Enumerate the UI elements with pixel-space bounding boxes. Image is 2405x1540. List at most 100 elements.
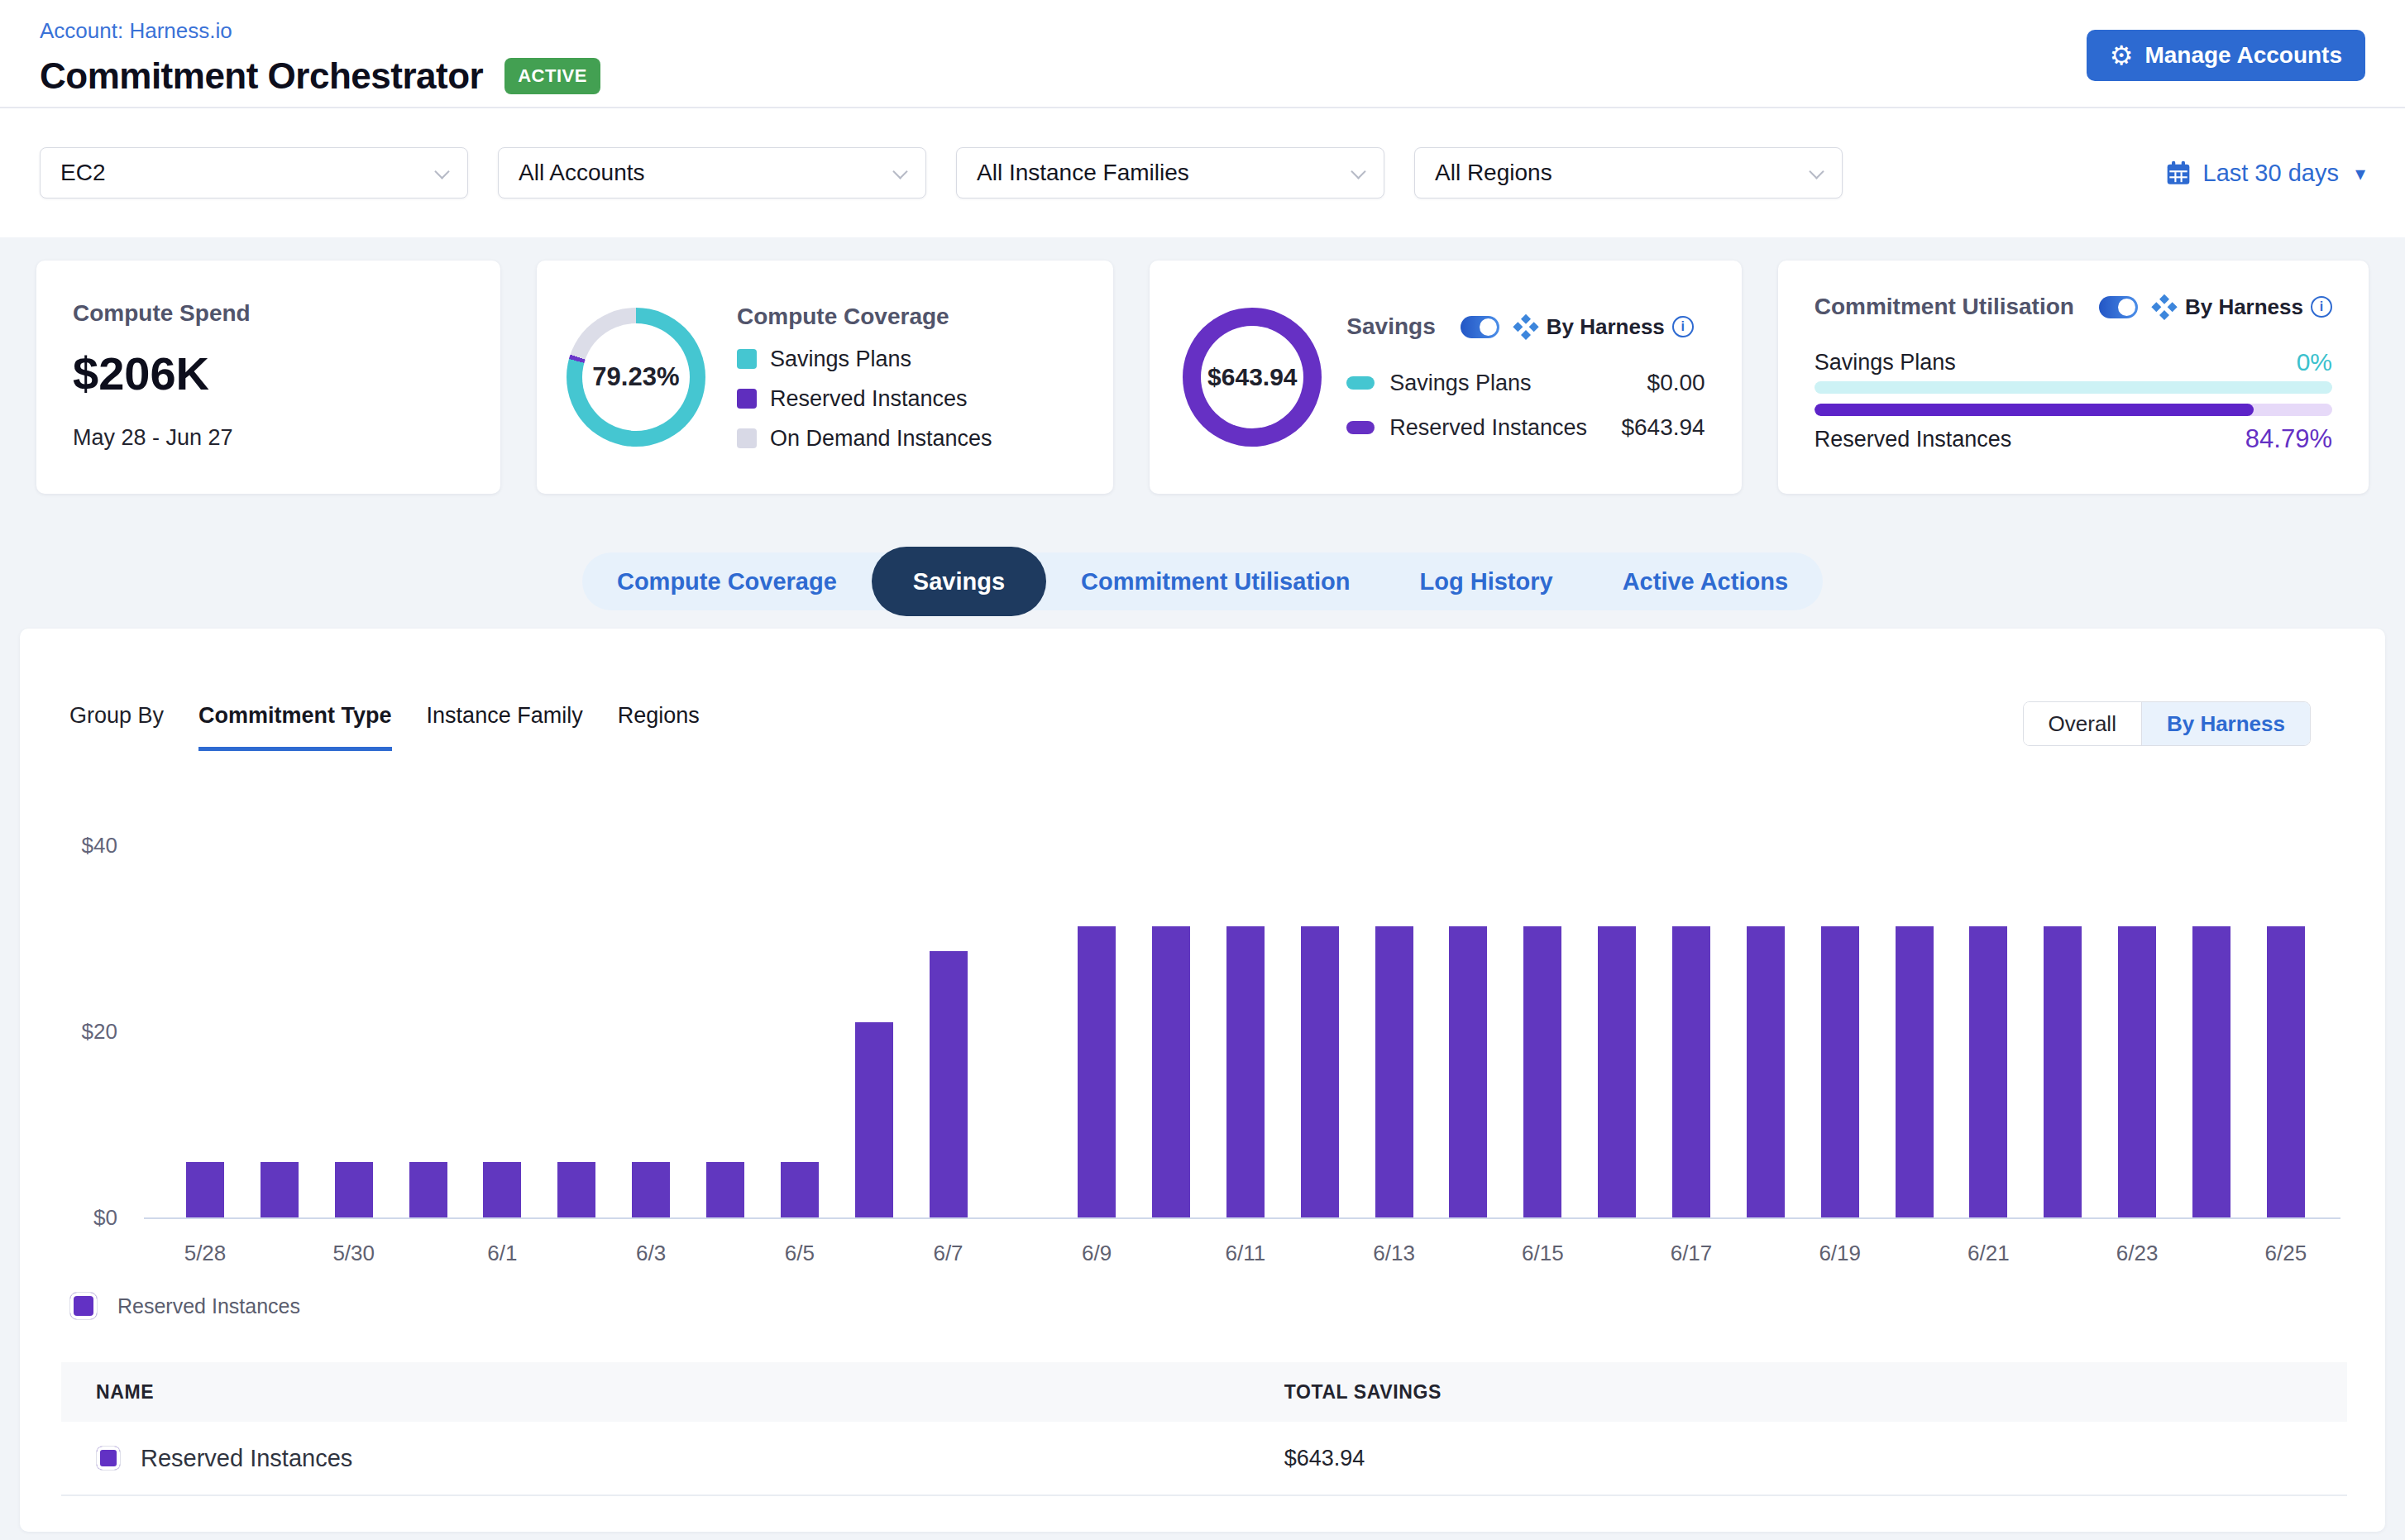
bar-5/30[interactable] <box>335 1162 373 1218</box>
bar-6/3[interactable] <box>632 1162 670 1218</box>
x-axis-label: 6/7 <box>907 1241 990 1266</box>
tab-commitment-utilisation[interactable]: Commitment Utilisation <box>1046 568 1384 595</box>
service-select-value: EC2 <box>60 160 105 186</box>
legend-checkbox[interactable] <box>69 1292 98 1320</box>
column-header-total-savings: TOTAL SAVINGS <box>1284 1381 1442 1404</box>
savings-card: $643.94 Savings By Harness i Savings Pla… <box>1150 261 1741 494</box>
x-axis-label: 5/28 <box>164 1241 246 1266</box>
chevron-down-icon <box>1809 164 1824 179</box>
coverage-percent: 79.23% <box>592 362 679 392</box>
view-by-harness-button[interactable]: By Harness <box>2141 702 2310 745</box>
bar-6/19[interactable] <box>1821 926 1859 1217</box>
tab-log-history[interactable]: Log History <box>1385 568 1588 595</box>
date-range-picker[interactable]: Last 30 days ▾ <box>2165 160 2366 187</box>
regions-select[interactable]: All Regions <box>1414 147 1843 198</box>
bar-6/20[interactable] <box>1896 926 1934 1217</box>
bar-6/24[interactable] <box>2192 926 2230 1217</box>
bar-5/29[interactable] <box>261 1162 299 1218</box>
chevron-down-icon <box>434 164 449 179</box>
status-badge: ACTIVE <box>504 58 600 94</box>
gear-icon: ⚙ <box>2110 40 2134 71</box>
group-by-regions[interactable]: Regions <box>618 703 700 729</box>
x-axis-label: 6/3 <box>610 1241 692 1266</box>
account-breadcrumb-link[interactable]: Account: Harness.io <box>40 18 232 43</box>
accounts-select[interactable]: All Accounts <box>498 147 926 198</box>
view-overall-button[interactable]: Overall <box>2024 702 2141 745</box>
x-axis-label: 6/15 <box>1501 1241 1584 1266</box>
tab-compute-coverage[interactable]: Compute Coverage <box>582 568 872 595</box>
bar-6/13[interactable] <box>1375 926 1413 1217</box>
bar-6/9[interactable] <box>1078 926 1116 1217</box>
bar-6/5[interactable] <box>781 1162 819 1218</box>
by-harness-toggle[interactable] <box>2099 296 2138 318</box>
bar-6/18[interactable] <box>1747 926 1785 1217</box>
tab-active-actions[interactable]: Active Actions <box>1588 568 1823 595</box>
x-axis-label: 6/13 <box>1353 1241 1436 1266</box>
date-range-value: Last 30 days <box>2203 160 2339 187</box>
bar-6/15[interactable] <box>1523 926 1561 1217</box>
bar-6/1[interactable] <box>483 1162 521 1218</box>
legend-swatch <box>737 389 757 409</box>
row-checkbox[interactable] <box>96 1446 121 1471</box>
info-icon[interactable]: i <box>1672 316 1694 337</box>
caret-down-icon: ▾ <box>2355 161 2365 184</box>
savings-title: Savings <box>1346 313 1435 340</box>
savings-panel: Group By Commitment Type Instance Family… <box>20 629 2385 1532</box>
by-harness-label: By Harness <box>1547 314 1665 340</box>
bar-6/17[interactable] <box>1672 926 1710 1217</box>
bar-6/12[interactable] <box>1301 926 1339 1217</box>
legend-item: Savings Plans <box>737 347 992 372</box>
compute-spend-range: May 28 - Jun 27 <box>73 425 464 451</box>
bar-6/11[interactable] <box>1226 926 1265 1217</box>
page-title: Commitment Orchestrator <box>40 55 483 97</box>
instance-families-select-value: All Instance Families <box>977 160 1189 186</box>
y-axis-label: $0 <box>20 1205 117 1231</box>
regions-select-value: All Regions <box>1435 160 1552 186</box>
group-by-instance-family[interactable]: Instance Family <box>427 703 583 729</box>
compute-spend-card: Compute Spend $206K May 28 - Jun 27 <box>36 261 500 494</box>
bar-6/6[interactable] <box>855 1022 893 1217</box>
bar-6/22[interactable] <box>2044 926 2082 1217</box>
savings-total: $643.94 <box>1207 363 1297 391</box>
bar-6/16[interactable] <box>1598 926 1636 1217</box>
y-axis-label: $20 <box>20 1019 117 1045</box>
utilisation-title: Commitment Utilisation <box>1815 294 2074 320</box>
x-axis-label: 6/1 <box>461 1241 543 1266</box>
coverage-donut-chart: 79.23% <box>567 308 705 447</box>
legend-label: Reserved Instances <box>117 1294 300 1318</box>
compute-coverage-card: 79.23% Compute Coverage Savings Plans Re… <box>537 261 1113 494</box>
compute-coverage-title: Compute Coverage <box>737 304 992 330</box>
savings-legend: Savings Plans$0.00 Reserved Instances$64… <box>1346 370 1705 441</box>
service-select[interactable]: EC2 <box>40 147 468 198</box>
bar-6/23[interactable] <box>2118 926 2156 1217</box>
savings-chart: $0$20$405/285/306/16/36/56/76/96/116/136… <box>20 845 2340 1275</box>
filter-bar: EC2 All Accounts All Instance Families A… <box>0 108 2405 237</box>
by-harness-toggle[interactable] <box>1461 316 1499 338</box>
accounts-select-value: All Accounts <box>519 160 645 186</box>
x-axis-label: 6/21 <box>1947 1241 2030 1266</box>
bar-6/21[interactable] <box>1969 926 2007 1217</box>
bar-6/14[interactable] <box>1449 926 1487 1217</box>
info-icon[interactable]: i <box>2311 296 2332 318</box>
legend-swatch <box>1346 421 1375 434</box>
bar-6/10[interactable] <box>1152 926 1190 1217</box>
table-row[interactable]: Reserved Instances $643.94 <box>61 1422 2347 1496</box>
bar-5/31[interactable] <box>409 1162 447 1218</box>
bar-6/7[interactable] <box>930 951 968 1217</box>
instance-families-select[interactable]: All Instance Families <box>956 147 1384 198</box>
x-axis-label: 6/9 <box>1055 1241 1138 1266</box>
group-by-commitment-type[interactable]: Commitment Type <box>198 703 392 751</box>
sp-utilisation-bar <box>1815 381 2332 394</box>
ri-utilisation-bar <box>1815 404 2332 416</box>
compute-spend-title: Compute Spend <box>73 300 464 327</box>
bar-6/2[interactable] <box>557 1162 595 1218</box>
commitment-utilisation-card: Commitment Utilisation By Harness i Savi… <box>1778 261 2369 494</box>
ri-utilisation-percent: 84.79% <box>2245 424 2332 454</box>
bar-5/28[interactable] <box>186 1162 224 1218</box>
bar-6/4[interactable] <box>706 1162 744 1218</box>
tab-savings[interactable]: Savings <box>872 547 1046 616</box>
legend-swatch <box>1346 376 1375 390</box>
manage-accounts-button[interactable]: ⚙ Manage Accounts <box>2087 30 2365 81</box>
bar-6/25[interactable] <box>2267 926 2305 1217</box>
main-tabs: Compute Coverage Savings Commitment Util… <box>0 547 2405 616</box>
